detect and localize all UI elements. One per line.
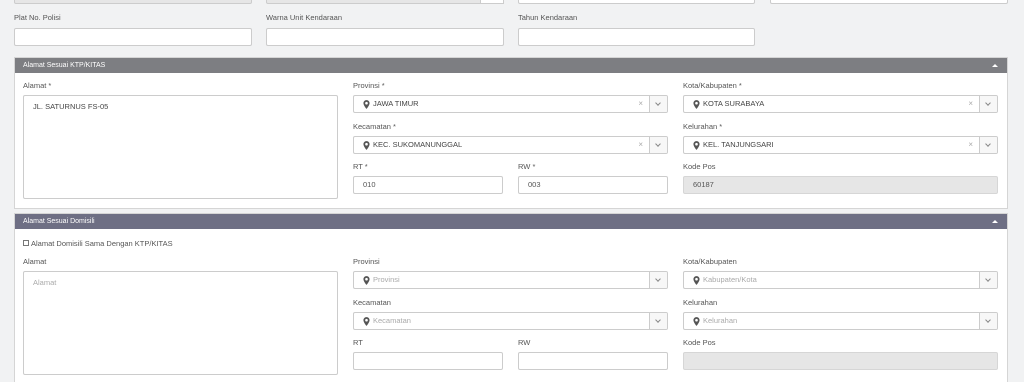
chevron-down-icon — [985, 317, 991, 323]
domicile-city-placeholder: Kabupaten/Kota — [703, 275, 757, 284]
ktp-rt-input[interactable]: 010 — [353, 176, 503, 194]
clear-icon[interactable]: × — [968, 137, 973, 153]
clear-icon[interactable]: × — [638, 96, 643, 112]
top-field-4[interactable] — [770, 0, 1008, 4]
ktp-province-select[interactable]: JAWA TIMUR × — [353, 95, 668, 113]
ktp-province-value: JAWA TIMUR — [373, 99, 419, 108]
domicile-province-placeholder: Provinsi — [373, 275, 400, 284]
clear-icon[interactable]: × — [638, 137, 643, 153]
plate-input[interactable] — [14, 28, 252, 46]
domicile-district-placeholder: Kecamatan — [373, 316, 411, 325]
ktp-village-label: Kelurahan * — [683, 122, 723, 131]
ktp-district-select[interactable]: KEC. SUKOMANUNGGAL × — [353, 136, 668, 154]
chevron-down-icon — [655, 317, 661, 323]
plate-label: Plat No. Polisi — [14, 13, 61, 22]
domicile-village-select[interactable]: Kelurahan — [683, 312, 998, 330]
dropdown-button[interactable] — [649, 313, 667, 329]
top-field-2[interactable] — [266, 0, 504, 4]
ktp-rw-input[interactable]: 003 — [518, 176, 668, 194]
ktp-address-label: Alamat * — [23, 81, 52, 90]
domicile-postal-input — [683, 352, 998, 370]
top-field-1[interactable] — [14, 0, 252, 4]
domicile-city-label: Kota/Kabupaten — [683, 257, 737, 266]
domicile-village-placeholder: Kelurahan — [703, 316, 738, 325]
domicile-province-label: Provinsi — [353, 257, 380, 266]
domicile-rw-input[interactable] — [518, 352, 668, 370]
domicile-panel-title: Alamat Sesuai Domisili — [23, 218, 95, 225]
chevron-down-icon — [985, 100, 991, 106]
domicile-province-select[interactable]: Provinsi — [353, 271, 668, 289]
ktp-rt-label: RT * — [353, 162, 368, 171]
ktp-postal-input: 60187 — [683, 176, 998, 194]
chevron-down-icon — [985, 276, 991, 282]
domicile-panel-header[interactable]: Alamat Sesuai Domisili — [15, 214, 1007, 229]
map-pin-icon — [693, 141, 700, 150]
dropdown-button[interactable] — [979, 272, 997, 288]
ktp-village-select[interactable]: KEL. TANJUNGSARI × — [683, 136, 998, 154]
vehicle-color-label: Warna Unit Kendaraan — [266, 13, 343, 22]
ktp-panel-title: Alamat Sesuai KTP/KITAS — [23, 62, 106, 69]
domicile-rw-label: RW — [518, 338, 531, 347]
dropdown-button[interactable] — [979, 96, 997, 112]
dropdown-button[interactable] — [979, 137, 997, 153]
chevron-down-icon — [655, 276, 661, 282]
dropdown-button[interactable] — [979, 313, 997, 329]
map-pin-icon — [693, 276, 700, 285]
ktp-village-value: KEL. TANJUNGSARI — [703, 140, 774, 149]
chevron-down-icon — [655, 100, 661, 106]
vehicle-year-input[interactable] — [518, 28, 755, 46]
dropdown-button[interactable] — [649, 96, 667, 112]
domicile-village-label: Kelurahan — [683, 298, 718, 307]
clear-icon[interactable]: × — [968, 96, 973, 112]
domicile-rt-input[interactable] — [353, 352, 503, 370]
chevron-down-icon — [985, 141, 991, 147]
map-pin-icon — [693, 317, 700, 326]
chevron-down-icon — [655, 141, 661, 147]
domicile-rt-label: RT — [353, 338, 363, 347]
same-as-ktp-label[interactable]: Alamat Domisili Sama Dengan KTP/KITAS — [31, 239, 173, 248]
same-as-ktp-checkbox[interactable] — [23, 240, 29, 246]
dropdown-button[interactable] — [649, 137, 667, 153]
ktp-city-label: Kota/Kabupaten * — [683, 81, 742, 90]
map-pin-icon — [363, 100, 370, 109]
map-pin-icon — [363, 141, 370, 150]
ktp-postal-label: Kode Pos — [683, 162, 716, 171]
domicile-city-select[interactable]: Kabupaten/Kota — [683, 271, 998, 289]
collapse-caret-icon[interactable] — [992, 64, 998, 67]
domicile-address-label: Alamat — [23, 257, 47, 266]
collapse-caret-icon[interactable] — [992, 220, 998, 223]
map-pin-icon — [363, 276, 370, 285]
top-field-3[interactable] — [518, 0, 755, 4]
ktp-address-textarea[interactable]: JL. SATURNUS FS-05 — [23, 95, 338, 199]
map-pin-icon — [363, 317, 370, 326]
ktp-city-value: KOTA SURABAYA — [703, 99, 765, 108]
ktp-district-value: KEC. SUKOMANUNGGAL — [373, 140, 463, 149]
map-pin-icon — [693, 100, 700, 109]
ktp-province-label: Provinsi * — [353, 81, 385, 90]
vehicle-color-input[interactable] — [266, 28, 504, 46]
domicile-district-label: Kecamatan — [353, 298, 391, 307]
domicile-address-textarea[interactable]: Alamat — [23, 271, 338, 375]
domicile-district-select[interactable]: Kecamatan — [353, 312, 668, 330]
top-field-2-button[interactable] — [480, 0, 504, 4]
domicile-postal-label: Kode Pos — [683, 338, 716, 347]
dropdown-button[interactable] — [649, 272, 667, 288]
vehicle-year-label: Tahun Kendaraan — [518, 13, 578, 22]
ktp-city-select[interactable]: KOTA SURABAYA × — [683, 95, 998, 113]
ktp-district-label: Kecamatan * — [353, 122, 396, 131]
ktp-panel-header[interactable]: Alamat Sesuai KTP/KITAS — [15, 58, 1007, 73]
ktp-rw-label: RW * — [518, 162, 536, 171]
